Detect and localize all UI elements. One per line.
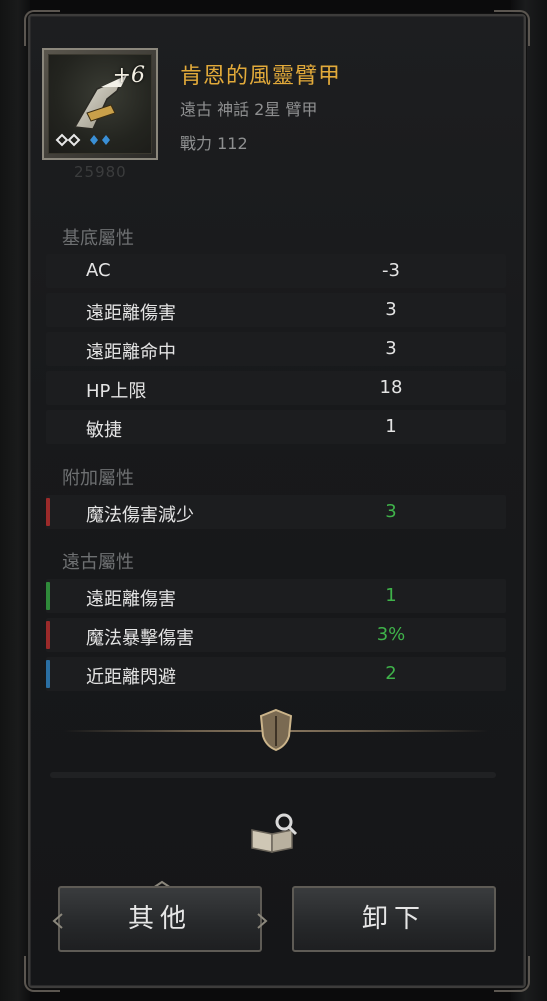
attribute-color-bar bbox=[46, 660, 50, 688]
attribute-row: AC -3 bbox=[46, 254, 506, 288]
frame-corner bbox=[24, 10, 60, 46]
item-icon-background: +6 bbox=[48, 54, 152, 154]
attribute-value: 2 bbox=[385, 663, 397, 684]
attribute-color-bar bbox=[46, 498, 50, 526]
frame-corner bbox=[24, 956, 60, 992]
attribute-row: 遠距離傷害 3 bbox=[46, 293, 506, 327]
attribute-value: 3 bbox=[385, 299, 397, 320]
item-icon-frame: +6 bbox=[42, 48, 158, 160]
extra-attributes-title: 附加屬性 bbox=[62, 468, 134, 489]
attribute-label: 敏捷 bbox=[86, 420, 122, 441]
other-button[interactable]: 其他 bbox=[58, 886, 262, 952]
rank-gem-icon bbox=[90, 135, 110, 145]
item-grade: 遠古 神話 2星 臂甲 bbox=[180, 100, 318, 119]
attribute-row: HP上限 18 bbox=[46, 371, 506, 405]
attribute-label: 近距離閃避 bbox=[86, 667, 176, 688]
base-attributes-title: 基底屬性 bbox=[62, 228, 134, 249]
item-name: 肯恩的風靈臂甲 bbox=[180, 64, 342, 89]
attribute-label: 魔法暴擊傷害 bbox=[86, 628, 194, 649]
attribute-row: 近距離閃避 2 bbox=[46, 657, 506, 691]
attribute-value: -3 bbox=[382, 260, 400, 281]
scrollbar-track[interactable] bbox=[50, 772, 496, 778]
item-power: 戰力 112 bbox=[180, 134, 248, 153]
ancient-link-icon bbox=[55, 133, 81, 147]
attribute-value: 1 bbox=[385, 416, 397, 437]
attribute-row: 遠距離傷害 1 bbox=[46, 579, 506, 613]
attribute-label: 魔法傷害減少 bbox=[86, 505, 194, 526]
attribute-value: 3% bbox=[376, 624, 406, 645]
item-encyclopedia-icon[interactable] bbox=[248, 812, 302, 856]
attribute-label: 遠距離命中 bbox=[86, 342, 176, 363]
attribute-color-bar bbox=[46, 621, 50, 649]
attribute-value: 3 bbox=[385, 338, 397, 359]
attribute-color-bar bbox=[46, 582, 50, 610]
ancient-attributes-title: 遠古屬性 bbox=[62, 552, 134, 573]
arrow-right-icon bbox=[257, 913, 268, 929]
background-left bbox=[0, 0, 30, 1001]
attribute-value: 18 bbox=[379, 377, 403, 398]
attribute-label: HP上限 bbox=[86, 381, 147, 402]
enhance-level: +6 bbox=[112, 63, 145, 88]
frame-corner bbox=[494, 10, 530, 46]
frame-corner bbox=[494, 956, 530, 992]
shield-icon bbox=[259, 708, 293, 752]
attribute-label: 遠距離傷害 bbox=[86, 303, 176, 324]
attribute-row: 敏捷 1 bbox=[46, 410, 506, 444]
attribute-value: 1 bbox=[385, 585, 397, 606]
attribute-row: 遠距離命中 3 bbox=[46, 332, 506, 366]
attribute-label: 遠距離傷害 bbox=[86, 589, 176, 610]
attribute-row: 魔法傷害減少 3 bbox=[46, 495, 506, 529]
arrow-left-icon bbox=[52, 913, 63, 929]
attribute-row: 魔法暴擊傷害 3% bbox=[46, 618, 506, 652]
attribute-value: 3 bbox=[385, 501, 397, 522]
unequip-button[interactable]: 卸下 bbox=[292, 886, 496, 952]
power-ghost-number: 25980 bbox=[74, 163, 127, 181]
item-tooltip-panel: +6 25980 肯恩的風靈臂甲 遠古 神話 2星 臂甲 戰力 112 基底屬性… bbox=[24, 10, 530, 992]
attribute-label: AC bbox=[86, 260, 111, 281]
